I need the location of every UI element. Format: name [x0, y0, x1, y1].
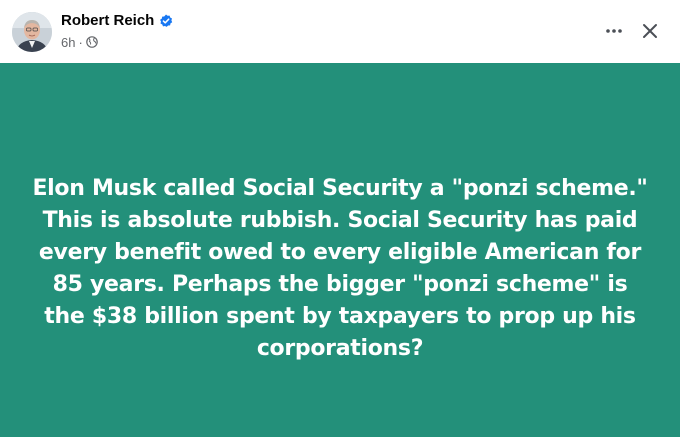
close-button[interactable] [634, 15, 666, 47]
globe-icon[interactable] [86, 36, 98, 48]
close-icon [643, 24, 657, 38]
more-options-button[interactable] [598, 15, 630, 47]
post-meta: 6h · [61, 34, 98, 50]
meta-separator: · [78, 34, 83, 50]
author-name[interactable]: Robert Reich [61, 12, 154, 30]
post-content-card: Elon Musk called Social Security a "ponz… [0, 63, 680, 437]
author-row: Robert Reich [61, 12, 173, 30]
post-timestamp[interactable]: 6h [61, 35, 75, 50]
facebook-post: Robert Reich 6h · Elon Musk called Socia… [0, 0, 680, 437]
post-text: Elon Musk called Social Security a "ponz… [32, 176, 648, 361]
more-options-icon [606, 29, 622, 33]
avatar-photo [12, 12, 52, 52]
post-header: Robert Reich 6h · [0, 0, 680, 63]
author-avatar[interactable] [12, 12, 52, 52]
verified-badge-icon [160, 14, 173, 27]
